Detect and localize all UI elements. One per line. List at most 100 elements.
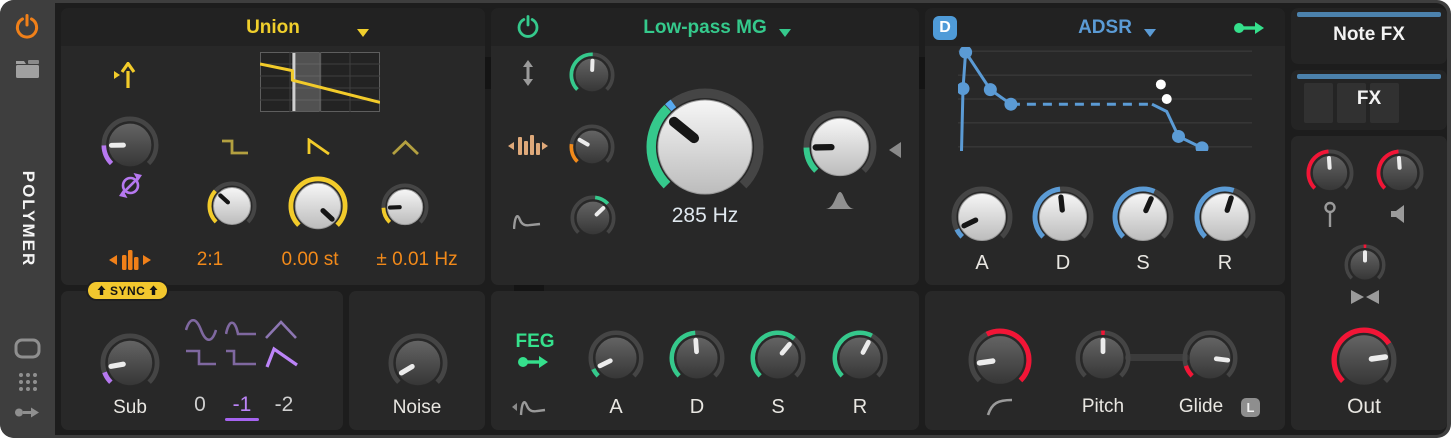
sub-wave-sine-icon[interactable]	[185, 319, 217, 341]
sync-badge[interactable]: SYNC	[86, 280, 169, 301]
output-section: Out	[1291, 136, 1447, 430]
preset-folder-icon[interactable]	[15, 58, 40, 79]
feg-decay-knob[interactable]	[669, 330, 725, 386]
collapse-left-icon[interactable]	[889, 142, 901, 158]
feg-label: FEG	[507, 331, 563, 353]
note-fx-label: Note FX	[1291, 24, 1447, 46]
note-fx-box[interactable]: Note FX	[1291, 8, 1447, 64]
noise-label: Noise	[349, 397, 485, 419]
feg-sustain-knob[interactable]	[750, 330, 806, 386]
unison-spread-icon[interactable]	[107, 247, 153, 273]
pulse-width-knob[interactable]	[207, 181, 257, 231]
filter-keytrack-knob[interactable]	[569, 124, 615, 170]
sub-wave-pulse-icon[interactable]	[225, 346, 257, 368]
legato-badge[interactable]: L	[1241, 398, 1260, 417]
filter-mod-knob[interactable]	[569, 52, 615, 98]
amp-release-knob[interactable]	[1194, 186, 1256, 248]
glide-curve-knob[interactable]	[968, 328, 1032, 392]
amp-attack-label: A	[952, 252, 1012, 275]
envelope-icon[interactable]	[513, 211, 543, 231]
noise-level-knob[interactable]	[388, 333, 448, 393]
triangle-level-knob[interactable]	[381, 183, 429, 231]
sub-octave-minus1[interactable]: -1	[225, 393, 259, 421]
note-fx-chain-bar	[1297, 12, 1441, 17]
spread-value[interactable]: ± 0.01 Hz	[357, 249, 477, 271]
sub-wave-halfsine-icon[interactable]	[225, 319, 257, 341]
chevron-down-icon[interactable]	[357, 29, 369, 37]
cutoff-value[interactable]: 285 Hz	[635, 204, 775, 228]
mod-depth-icon[interactable]	[519, 59, 537, 87]
saw-level-knob[interactable]	[288, 176, 348, 236]
feg-release-label: R	[830, 396, 890, 419]
filter-env-amount-knob[interactable]	[570, 195, 616, 241]
filter-resonance-knob[interactable]	[803, 110, 877, 184]
feg-attack-label: A	[586, 396, 646, 419]
sub-wave-saw-icon[interactable]	[265, 346, 299, 370]
polymer-device: POLYMER Union	[0, 0, 1451, 438]
feg-attack-knob[interactable]	[588, 330, 644, 386]
glide-knob[interactable]	[1182, 330, 1238, 386]
pan-knob[interactable]	[1344, 244, 1386, 286]
velocity-key-icon	[1322, 201, 1338, 229]
output-routing-icon[interactable]	[14, 405, 40, 420]
amp-sustain-label: S	[1113, 252, 1173, 275]
pulse-wave-icon[interactable]	[221, 138, 249, 155]
sync-badge-label: SYNC	[110, 284, 145, 298]
amp-envelope-section: D ADSR A D S R	[925, 8, 1285, 285]
device-power-button[interactable]	[13, 13, 41, 41]
saw-wave-icon[interactable]	[306, 138, 331, 155]
pitch-glide-section: Pitch Glide L	[925, 291, 1285, 430]
velocity-knob[interactable]	[1306, 149, 1354, 197]
chevron-down-icon[interactable]	[1144, 29, 1156, 37]
out-volume-knob[interactable]	[1331, 327, 1397, 393]
amp-sustain-knob[interactable]	[1112, 186, 1174, 248]
sub-level-knob[interactable]	[100, 333, 160, 393]
triangle-wave-icon[interactable]	[392, 140, 419, 155]
fx-chain-bar	[1297, 74, 1441, 79]
oscillator-waveform-display	[260, 52, 380, 112]
filter-model-select[interactable]: Low-pass MG	[491, 17, 919, 39]
sub-wave-triangle-icon[interactable]	[265, 319, 297, 341]
arrow-up-icon	[149, 285, 158, 296]
detune-value[interactable]: 0.00 st	[255, 249, 365, 271]
sub-octave-minus2[interactable]: -2	[267, 393, 301, 417]
amp-env-type-select[interactable]: ADSR	[925, 17, 1285, 39]
volume-knob[interactable]	[1376, 149, 1424, 197]
fx-box[interactable]: FX	[1291, 70, 1447, 130]
remote-display-icon[interactable]	[14, 338, 41, 359]
amp-output-icon[interactable]	[1233, 19, 1265, 37]
oscillator-section: Union 2:1 0.00 st ±	[61, 8, 485, 285]
sub-label: Sub	[90, 397, 170, 419]
random-phase-icon[interactable]	[117, 172, 144, 199]
lag-curve-icon	[986, 397, 1014, 417]
feg-output-icon[interactable]	[517, 353, 549, 371]
osc-phase-knob[interactable]	[101, 116, 159, 174]
filter-envelope-section: FEG A D S R	[491, 291, 919, 430]
pitch-mod-icon[interactable]	[113, 62, 139, 90]
amp-attack-knob[interactable]	[951, 186, 1013, 248]
device-name-label: POLYMER	[18, 171, 38, 268]
pan-bowtie-icon	[1349, 288, 1381, 306]
pitch-glide-link	[1125, 354, 1189, 361]
noise-section: Noise	[349, 291, 485, 430]
feg-sustain-label: S	[748, 396, 808, 419]
pitch-knob[interactable]	[1075, 330, 1131, 386]
feg-release-knob[interactable]	[832, 330, 888, 386]
amp-envelope-graph[interactable]	[958, 47, 1252, 151]
amp-decay-knob[interactable]	[1032, 186, 1094, 248]
filter-section: Low-pass MG 285 Hz	[491, 8, 919, 285]
sub-wave-square-icon[interactable]	[185, 346, 217, 368]
remote-controls-icon[interactable]	[17, 371, 39, 393]
amp-decay-label: D	[1033, 252, 1093, 275]
unison-ratio-value[interactable]: 2:1	[180, 249, 240, 271]
feg-decay-label: D	[667, 396, 727, 419]
oscillator-model-select[interactable]: Union	[61, 17, 485, 39]
feg-envelope-icon[interactable]	[511, 397, 547, 417]
chevron-down-icon[interactable]	[779, 29, 791, 37]
sub-octave-0[interactable]: 0	[183, 393, 217, 417]
arrow-up-icon	[97, 285, 106, 296]
out-label: Out	[1324, 395, 1404, 419]
device-sidebar: POLYMER	[0, 0, 55, 438]
keytrack-icon[interactable]	[505, 133, 551, 159]
filter-cutoff-knob[interactable]	[646, 88, 764, 206]
